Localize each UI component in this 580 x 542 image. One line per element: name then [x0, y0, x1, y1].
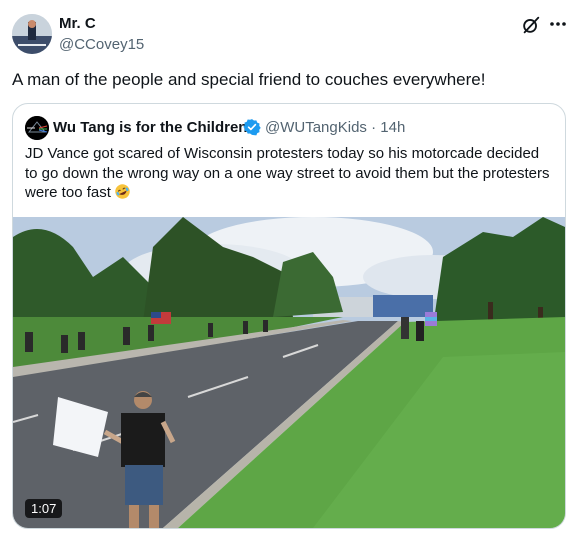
video-player[interactable]: 1:07 [13, 217, 565, 528]
author-handle[interactable]: @CCovey15 [59, 36, 144, 53]
video-duration: 1:07 [25, 499, 63, 518]
video-frame [13, 217, 565, 528]
quoted-author-avatar[interactable] [25, 116, 49, 140]
quoted-handle-time[interactable]: @WUTangKids · 14h [265, 119, 405, 136]
tweet: Mr. C @CCovey15 A man of the people and … [0, 0, 580, 542]
author-name[interactable]: Mr. C [59, 15, 96, 32]
quoted-tweet[interactable]: Wu Tang is for the Children @WUTangKids … [12, 103, 566, 529]
quoted-text-body: JD Vance got scared of Wisconsin protest… [25, 145, 550, 201]
avatar-image [12, 14, 52, 54]
quoted-author-name[interactable]: Wu Tang is for the Children [53, 119, 247, 136]
grok-icon[interactable] [520, 14, 542, 36]
quoted-avatar-image [25, 116, 49, 140]
rolling-on-floor-laughing-emoji [115, 184, 130, 199]
quoted-text: JD Vance got scared of Wisconsin protest… [25, 144, 555, 203]
verified-badge-icon [243, 119, 261, 136]
post-text: A man of the people and special friend t… [12, 70, 486, 89]
more-icon[interactable] [548, 14, 568, 34]
author-avatar[interactable] [12, 14, 52, 54]
